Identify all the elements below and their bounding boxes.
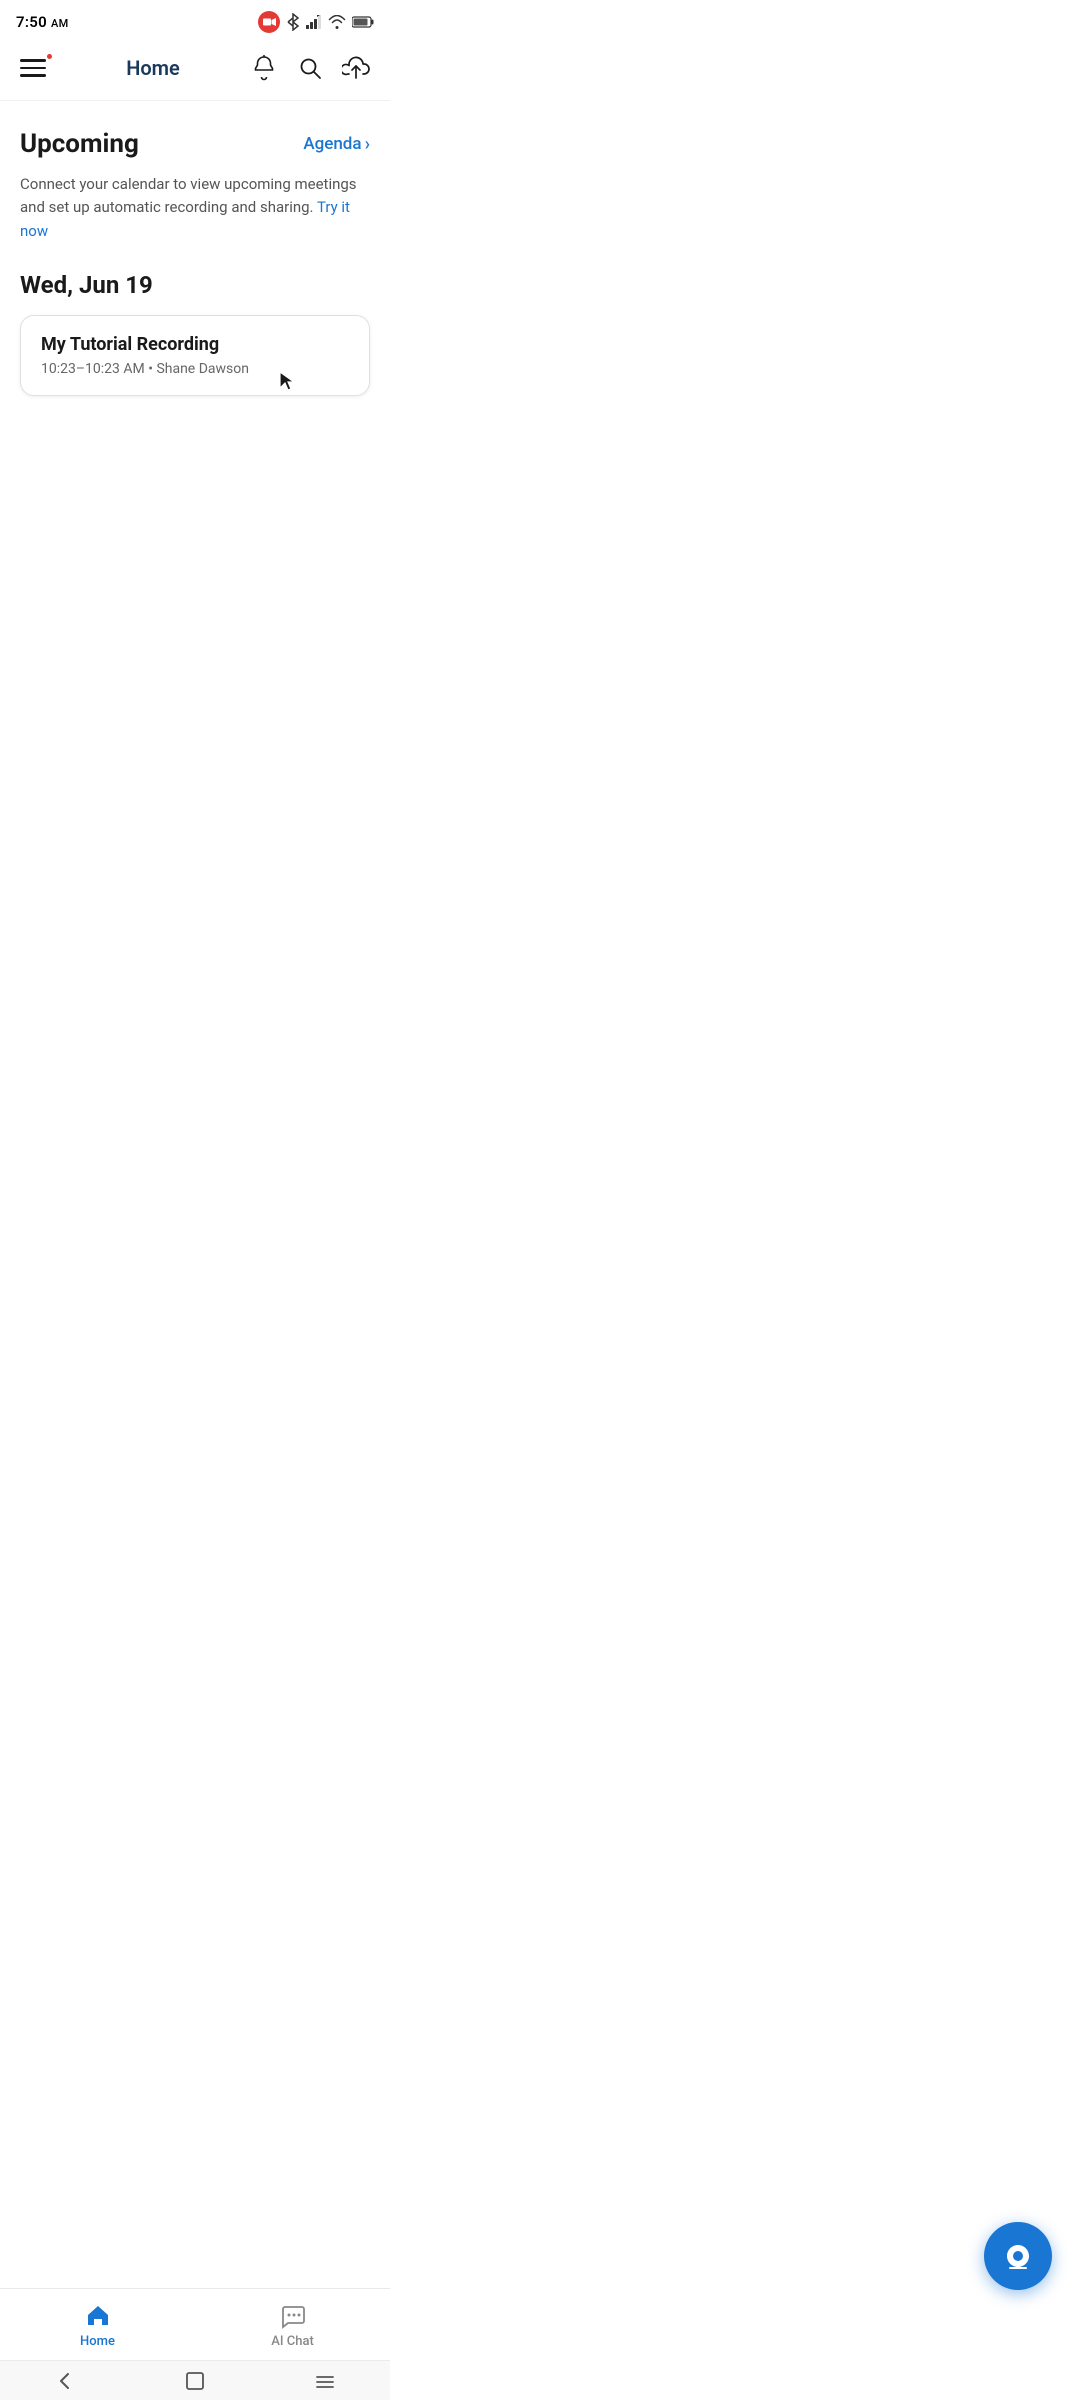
- signal-icon: [306, 15, 322, 29]
- recording-title: My Tutorial Recording: [41, 334, 349, 355]
- status-icons: [258, 11, 374, 33]
- upcoming-description: Connect your calendar to view upcoming m…: [20, 173, 370, 243]
- bottom-nav: Home AI Chat: [0, 2288, 390, 2360]
- android-back-button[interactable]: [40, 2366, 90, 2396]
- page-title: Home: [126, 56, 180, 80]
- time-value: 7:50: [16, 13, 47, 31]
- android-recents-button[interactable]: [300, 2366, 350, 2396]
- status-bar: 7:50 AM: [0, 0, 390, 40]
- status-time: 7:50 AM: [16, 13, 69, 31]
- upcoming-section-header: Upcoming Agenda ›: [20, 129, 370, 159]
- header: Home: [0, 40, 390, 101]
- search-button[interactable]: [296, 54, 324, 82]
- video-status-icon: [258, 11, 280, 33]
- recording-time: 10:23–10:23 AM: [41, 361, 145, 377]
- chevron-right-icon: ›: [365, 134, 370, 155]
- main-content: Upcoming Agenda › Connect your calendar …: [0, 101, 390, 396]
- recording-meta: 10:23–10:23 AM • Shane Dawson: [41, 361, 349, 377]
- nav-home-label: Home: [80, 2334, 115, 2349]
- ai-chat-icon: [279, 2302, 307, 2330]
- wifi-icon: [328, 15, 346, 29]
- agenda-label: Agenda: [303, 134, 361, 154]
- battery-icon: [352, 16, 374, 28]
- android-home-button[interactable]: [170, 2366, 220, 2396]
- nav-ai-chat-label: AI Chat: [271, 2334, 314, 2349]
- nav-ai-chat[interactable]: AI Chat: [195, 2302, 390, 2349]
- menu-button[interactable]: [20, 50, 56, 86]
- menu-icon-line3: [20, 74, 46, 77]
- menu-icon: [20, 59, 46, 62]
- nav-home[interactable]: Home: [0, 2302, 195, 2349]
- upcoming-title: Upcoming: [20, 129, 139, 159]
- upload-button[interactable]: [342, 54, 370, 82]
- time-ampm: AM: [51, 17, 69, 30]
- notifications-button[interactable]: [250, 54, 278, 82]
- record-fab[interactable]: [984, 2222, 1052, 2290]
- upcoming-desc-text: Connect your calendar to view upcoming m…: [20, 175, 357, 216]
- menu-icon-line2: [20, 67, 46, 70]
- android-nav-bar: [0, 2360, 390, 2400]
- date-heading: Wed, Jun 19: [20, 271, 370, 299]
- recording-host: Shane Dawson: [156, 361, 249, 377]
- header-actions: [250, 54, 370, 82]
- bluetooth-icon: [286, 13, 300, 31]
- agenda-link[interactable]: Agenda ›: [303, 134, 370, 155]
- menu-notification-dot: [45, 52, 54, 61]
- recording-card[interactable]: My Tutorial Recording 10:23–10:23 AM • S…: [20, 315, 370, 396]
- home-icon: [84, 2302, 112, 2330]
